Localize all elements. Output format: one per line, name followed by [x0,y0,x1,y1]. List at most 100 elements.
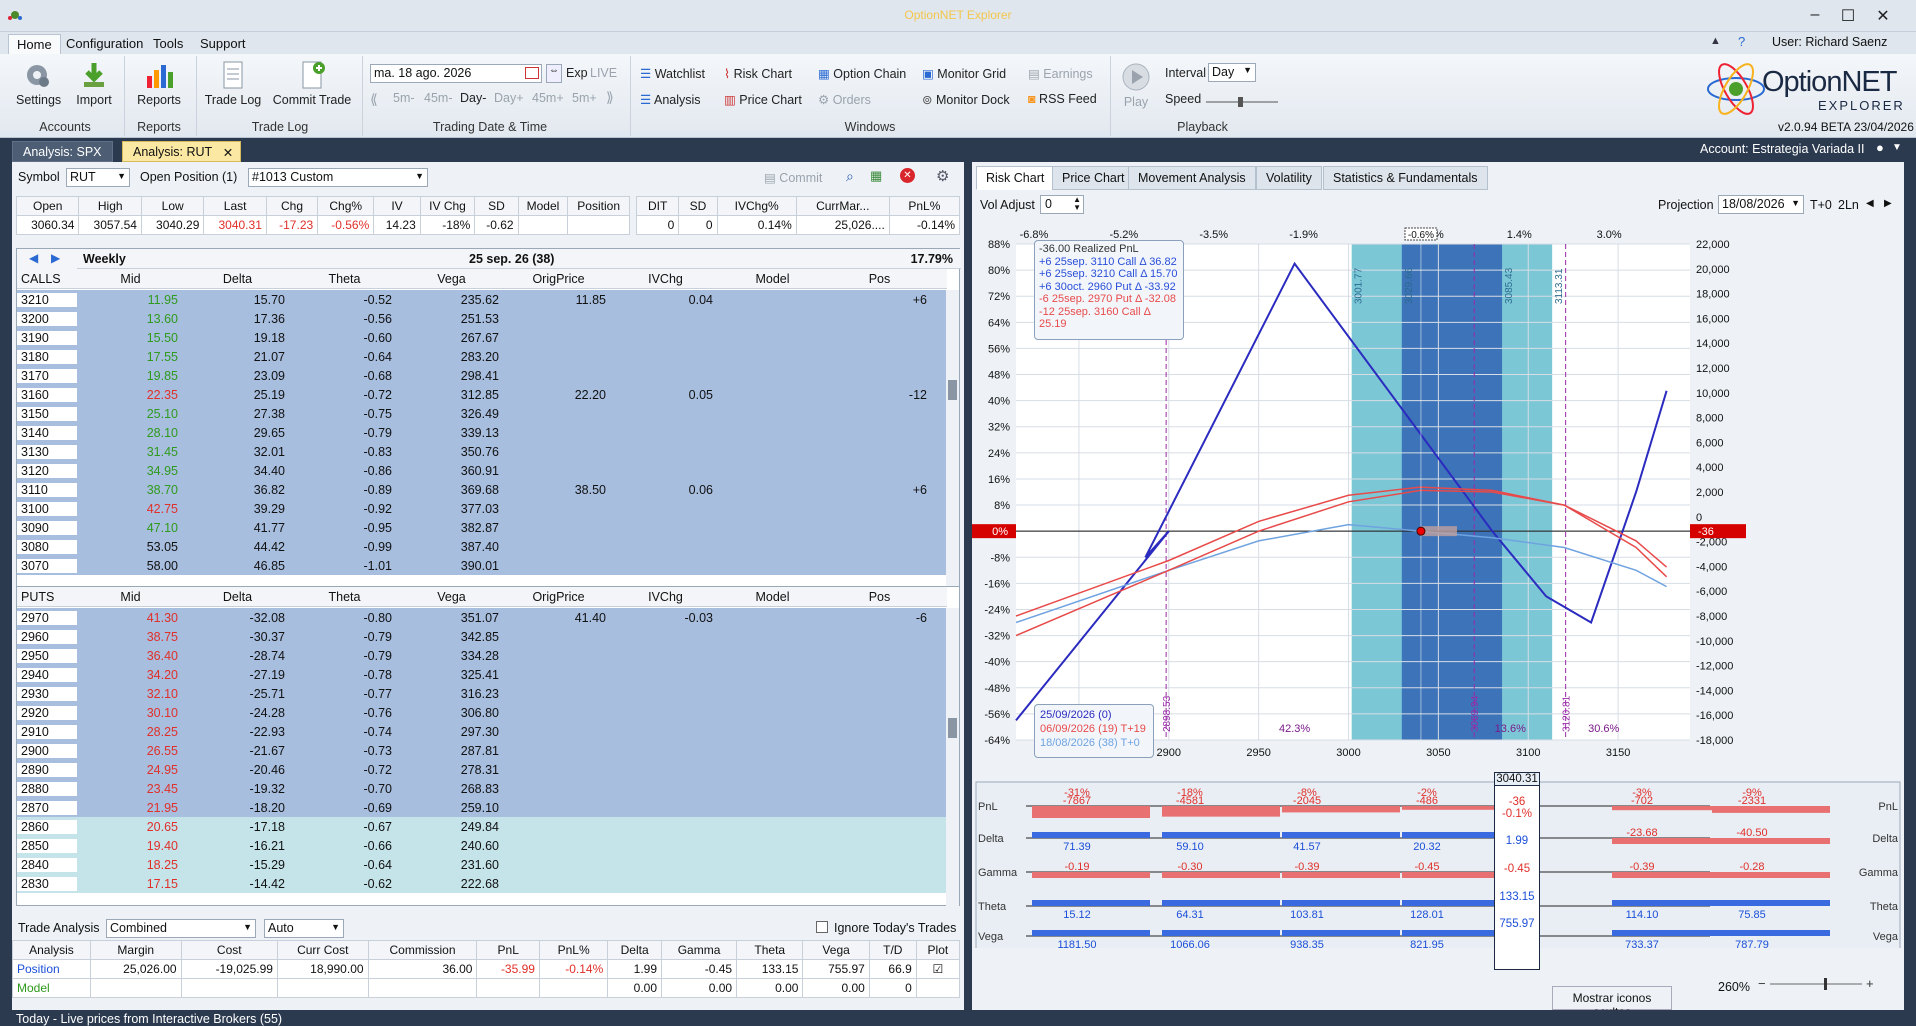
auto-select[interactable]: Auto ▼ [264,919,344,938]
search-icon[interactable]: ⌕ [846,168,854,185]
monitor-grid-button[interactable]: ▣ Monitor Grid [922,66,1006,81]
menu-tools[interactable]: Tools [145,34,191,54]
step-5m-back[interactable]: 5m- [393,91,415,105]
next-expiry-icon[interactable]: ▶ [51,251,60,265]
tab-volatility[interactable]: Volatility [1256,166,1322,190]
chain-row[interactable]: 2960 38.75 -30.37 -0.79 342.85 [17,627,947,646]
chain-row[interactable]: 2850 19.40 -16.21 -0.66 240.60 [17,836,947,855]
chain-col-header[interactable]: Delta [184,272,291,286]
chain-col-header[interactable]: PUTS [17,590,77,604]
analysis-row-name[interactable]: Position [12,959,91,979]
chain-col-header[interactable]: Theta [291,272,398,286]
chain-row[interactable]: 3130 31.45 32.01 -0.83 350.76 [17,442,947,461]
chain-row[interactable]: 3150 25.10 27.38 -0.75 326.49 [17,404,947,423]
option-chain-button[interactable]: ▦ Option Chain [818,66,906,81]
chain-row[interactable]: 2900 26.55 -21.67 -0.73 287.81 [17,741,947,760]
analysis-button[interactable]: ☰ Analysis [640,92,701,107]
puts-rows[interactable]: 2970 41.30 -32.08 -0.80 351.07 41.40 -0.03 -6 29… [17,608,947,906]
speed-slider[interactable] [1206,96,1278,107]
prev-expiry-icon[interactable]: ◀ [29,251,38,265]
step-45m-forward[interactable]: 45m+ [532,91,564,105]
lines-label[interactable]: 2Ln [1838,198,1859,212]
close-icon[interactable]: ✕ [1868,6,1898,26]
chain-col-header[interactable]: Pos [826,272,933,286]
exp-button[interactable]: Exp [566,66,588,80]
stepper-arrows-icon[interactable]: ▲ ▼ [1073,196,1081,212]
chain-row[interactable]: 2860 20.65 -17.18 -0.67 249.84 [17,817,947,836]
commit-trade-button[interactable]: Commit Trade [272,60,352,107]
price-chart-button[interactable]: ▥ Price Chart [724,92,802,107]
puts-scrollbar[interactable] [946,608,959,906]
scroll-thumb[interactable] [948,718,957,738]
projection-date-field[interactable]: 18/08/2026 ▼ [1718,195,1804,214]
chain-row[interactable]: 3070 58.00 46.85 -1.01 390.01 [17,556,947,575]
chain-col-header[interactable]: Vega [398,272,505,286]
chain-row[interactable]: 2950 36.40 -28.74 -0.79 334.28 [17,646,947,665]
chain-row[interactable]: 2970 41.30 -32.08 -0.80 351.07 41.40 -0.03 -6 [17,608,947,627]
chain-col-header[interactable]: Theta [291,590,398,604]
tab-movement-analysis[interactable]: Movement Analysis [1128,166,1256,190]
trade-log-button[interactable]: Trade Log [204,60,262,107]
chain-row[interactable]: 3120 34.95 34.40 -0.86 360.91 [17,461,947,480]
chain-row[interactable]: 2830 17.15 -14.42 -0.62 222.68 [17,874,947,893]
chain-col-header[interactable]: Model [719,272,826,286]
menu-support[interactable]: Support [192,34,254,54]
chain-row[interactable]: 2920 30.10 -24.28 -0.76 306.80 [17,703,947,722]
settings-button[interactable]: Settings [16,60,61,107]
chain-col-header[interactable]: Model [719,590,826,604]
chain-row[interactable]: 3140 28.10 29.65 -0.79 339.13 [17,423,947,442]
close-tab-icon[interactable]: ✕ [223,145,233,160]
chain-row[interactable]: 2870 21.95 -18.20 -0.69 259.10 [17,798,947,817]
trading-date-field[interactable]: ma. 18 ago. 2026 [370,64,542,83]
chain-row[interactable]: 3100 42.75 39.29 -0.92 377.03 [17,499,947,518]
open-position-select[interactable]: #1013 Custom ▼ [248,168,428,187]
import-button[interactable]: Import [74,60,114,107]
chain-row[interactable]: 2890 24.95 -20.46 -0.72 278.31 [17,760,947,779]
tab-price-chart[interactable]: Price Chart [1052,166,1135,190]
chain-row[interactable]: 2910 28.25 -22.93 -0.74 297.30 [17,722,947,741]
chain-row[interactable]: 3200 13.60 17.36 -0.56 251.53 [17,309,947,328]
chain-col-header[interactable]: CALLS [17,272,77,286]
chain-row[interactable]: 3090 47.10 41.77 -0.95 382.87 [17,518,947,537]
rss-feed-button[interactable]: ◙ RSS Feed [1028,92,1097,106]
calendar-pick-icon[interactable]: ⇔ [546,64,562,83]
delete-icon[interactable]: ✕ [900,168,915,183]
chain-col-header[interactable]: OrigPrice [505,272,612,286]
chain-col-header[interactable]: Vega [398,590,505,604]
ignore-trades-checkbox[interactable] [816,921,828,933]
prev-date-icon[interactable]: ◀ [1866,198,1874,209]
vol-adjust-stepper[interactable]: 0 ▲ ▼ [1040,195,1084,214]
analysis-mode-select[interactable]: Combined ▼ [106,919,256,938]
reports-button[interactable]: Reports [134,60,184,107]
chain-col-header[interactable]: IVChg [612,590,719,604]
chain-row[interactable]: 3180 17.55 21.07 -0.64 283.20 [17,347,947,366]
maximize-icon[interactable]: ☐ [1833,6,1863,26]
play-button[interactable]: Play [1120,62,1152,109]
analysis-row-name[interactable]: Model [12,978,91,998]
fast-forward-icon[interactable]: ⟫ [606,89,614,106]
chain-row[interactable]: 2840 18.25 -15.29 -0.64 231.60 [17,855,947,874]
chain-row[interactable]: 3080 53.05 44.42 -0.99 387.40 [17,537,947,556]
chevron-down-icon[interactable]: ▼ [1892,142,1902,153]
watchlist-button[interactable]: ☰ Watchlist [640,66,705,81]
next-date-icon[interactable]: ▶ [1884,198,1892,209]
step-5m-forward[interactable]: 5m+ [572,91,597,105]
commit-button[interactable]: ▤ Commit [764,170,822,185]
step-45m-back[interactable]: 45m- [424,91,452,105]
chain-col-header[interactable]: Delta [184,590,291,604]
tab-analysis-spx[interactable]: Analysis: SPX [12,141,113,162]
plot-checkbox[interactable]: ☑ [915,959,961,979]
chain-row[interactable]: 2930 32.10 -25.71 -0.77 316.23 [17,684,947,703]
tab-risk-chart[interactable]: Risk Chart [976,166,1055,190]
chain-row[interactable]: 3170 19.85 23.09 -0.68 298.41 [17,366,947,385]
tplus-label[interactable]: T+0 [1810,198,1832,212]
live-button[interactable]: LIVE [590,66,617,80]
zoom-slider[interactable]: − + [1758,974,1878,994]
collapse-ribbon-icon[interactable]: ▲ [1710,35,1721,47]
grid-export-icon[interactable]: ▦ [870,168,882,184]
earnings-button[interactable]: ▤ Earnings [1028,66,1093,81]
orders-button[interactable]: ⚙ Orders [818,92,871,107]
scroll-thumb[interactable] [948,380,957,400]
expiry-header[interactable]: Weekly 25 sep. 26 (38) 17.79% [77,249,961,269]
chain-col-header[interactable]: IVChg [612,272,719,286]
